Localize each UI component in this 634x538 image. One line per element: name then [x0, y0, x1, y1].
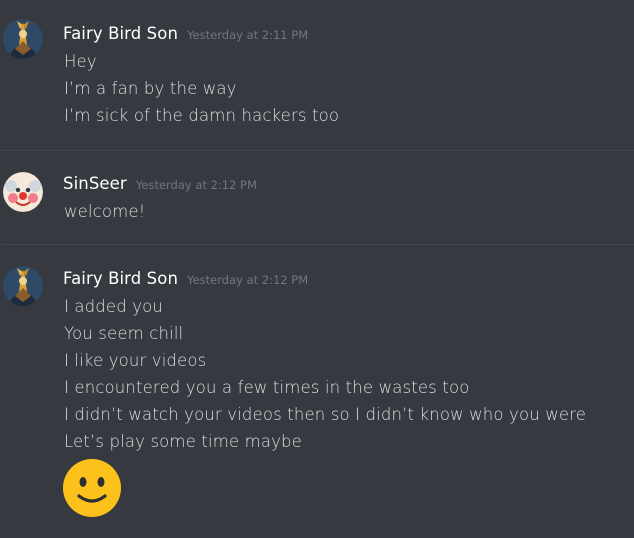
message-line: Let’s play some time maybe	[64, 432, 302, 451]
timestamp: Yesterday at 2:12 PM	[187, 273, 309, 287]
message-line: You seem chill	[64, 324, 184, 343]
avatar-fairy-bird-son[interactable]	[3, 19, 43, 59]
timestamp: Yesterday at 2:12 PM	[135, 178, 257, 192]
username[interactable]: Fairy Bird Son	[63, 269, 178, 288]
message-line: I like your videos	[64, 351, 207, 370]
message-line: I encountered you a few times in the was…	[64, 378, 470, 397]
slightly-smiling-face-icon[interactable]	[62, 458, 122, 518]
bird-avatar-icon	[3, 266, 43, 306]
message-divider	[2, 150, 634, 151]
message-line: I’m a fan by the way	[64, 79, 237, 98]
username[interactable]: Fairy Bird Son	[63, 24, 178, 43]
message-line: welcome!	[64, 202, 146, 221]
message-line: Hey	[64, 52, 97, 71]
message-line: I added you	[64, 297, 164, 316]
clown-face-icon	[3, 172, 43, 212]
avatar-sinseer[interactable]	[3, 172, 43, 212]
timestamp: Yesterday at 2:11 PM	[187, 28, 309, 42]
message-line: I didn’t watch your videos then so I did…	[64, 405, 587, 424]
message-divider	[2, 244, 634, 245]
bird-avatar-icon	[3, 19, 43, 59]
username[interactable]: SinSeer	[63, 174, 127, 193]
avatar-fairy-bird-son[interactable]	[3, 266, 43, 306]
message-line: I’m sick of the damn hackers too	[64, 106, 340, 125]
